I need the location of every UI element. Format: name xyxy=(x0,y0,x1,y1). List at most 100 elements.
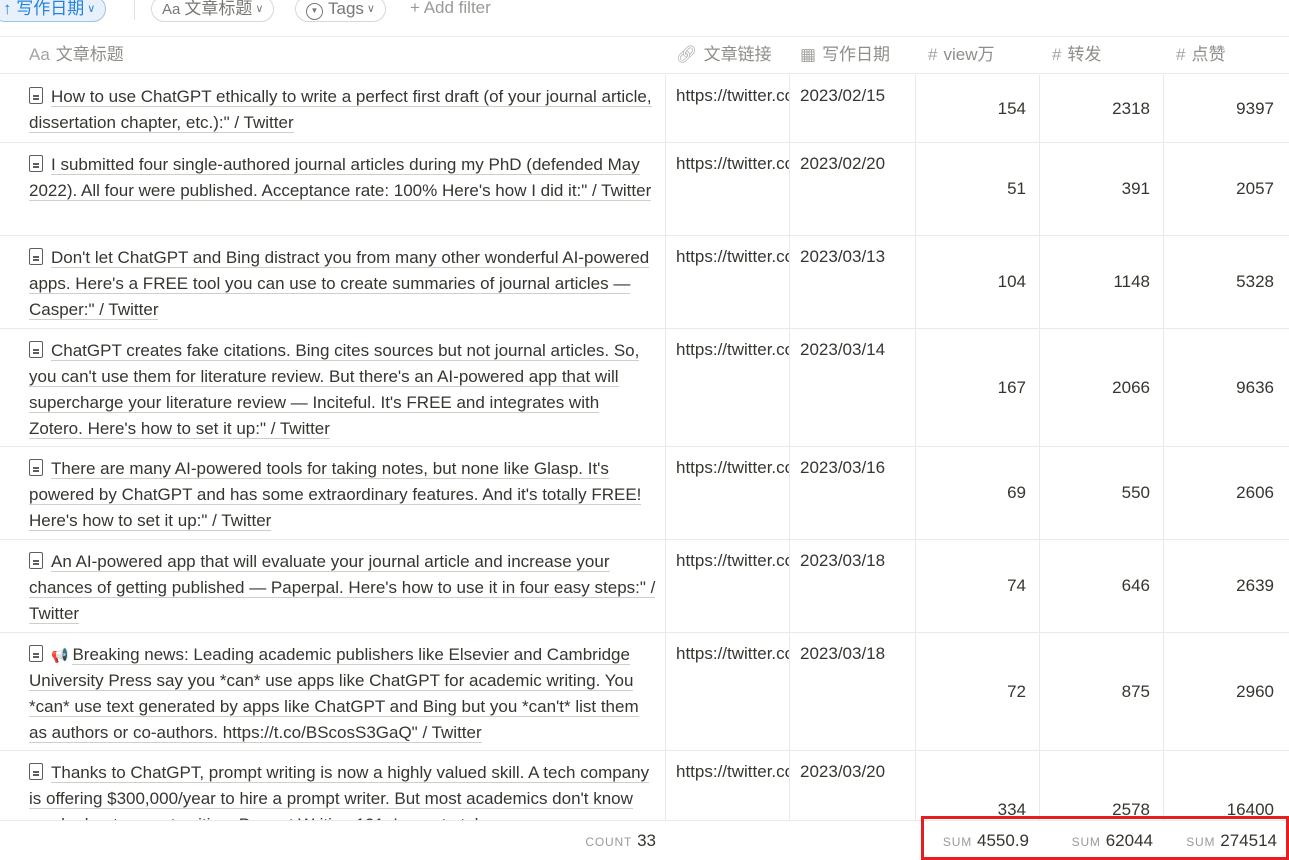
forwards-cell[interactable]: 2578 xyxy=(1039,751,1163,820)
chevron-down-icon: ∨ xyxy=(87,3,96,15)
link-cell[interactable]: https://twitter.com xyxy=(665,75,789,142)
title-cell[interactable]: I submitted four single-authored journal… xyxy=(0,143,665,235)
link-cell[interactable]: https://twitter.com xyxy=(665,540,789,632)
table-row[interactable]: How to use ChatGPT ethically to write a … xyxy=(0,75,1289,143)
title-cell[interactable]: There are many AI-powered tools for taki… xyxy=(0,447,665,539)
sum-label: SUM xyxy=(942,835,972,849)
link-cell[interactable]: https://twitter.com xyxy=(665,236,789,328)
article-title[interactable]: There are many AI-powered tools for taki… xyxy=(29,459,642,531)
article-link[interactable]: https://twitter.com xyxy=(676,456,789,480)
table-row[interactable]: Don't let ChatGPT and Bing distract you … xyxy=(0,236,1289,329)
sort-label: ↑ 写作日期 xyxy=(3,0,85,18)
likes-cell[interactable]: 9636 xyxy=(1163,329,1287,446)
likes-sum-calculation[interactable]: SUM 274514 xyxy=(1163,821,1277,860)
forwards-cell[interactable]: 1148 xyxy=(1039,236,1163,328)
table-row[interactable]: An AI-powered app that will evaluate you… xyxy=(0,540,1289,633)
likes-cell[interactable]: 9397 xyxy=(1163,75,1287,142)
article-date: 2023/03/16 xyxy=(800,458,886,477)
select-property-icon: ▼ xyxy=(306,3,323,20)
date-cell[interactable]: 2023/03/18 xyxy=(789,633,915,750)
article-link[interactable]: https://twitter.com xyxy=(676,245,789,269)
views-cell[interactable]: 72 xyxy=(915,633,1039,750)
page-icon xyxy=(29,763,43,780)
table-row[interactable]: Thanks to ChatGPT, prompt writing is now… xyxy=(0,751,1289,820)
date-cell[interactable]: 2023/02/15 xyxy=(789,75,915,142)
title-cell[interactable]: Thanks to ChatGPT, prompt writing is now… xyxy=(0,751,665,820)
views-cell[interactable]: 69 xyxy=(915,447,1039,539)
column-header-link[interactable]: 🔗︎ 文章链接 xyxy=(676,37,772,74)
link-cell[interactable]: https://twitter.com xyxy=(665,633,789,750)
date-cell[interactable]: 2023/02/20 xyxy=(789,143,915,235)
title-cell[interactable]: An AI-powered app that will evaluate you… xyxy=(0,540,665,632)
date-cell[interactable]: 2023/03/13 xyxy=(789,236,915,328)
article-title[interactable]: I submitted four single-authored journal… xyxy=(29,155,652,201)
column-header-views[interactable]: # view万 xyxy=(928,37,994,74)
article-title[interactable]: Breaking news: Leading academic publishe… xyxy=(29,645,639,743)
views-cell[interactable]: 51 xyxy=(915,143,1039,235)
link-cell[interactable]: https://twitter.com xyxy=(665,143,789,235)
filter-pill-title[interactable]: Aa 文章标题 ∨ xyxy=(151,0,275,22)
title-cell[interactable]: ChatGPT creates fake citations. Bing cit… xyxy=(0,329,665,446)
link-cell[interactable]: https://twitter.com xyxy=(665,447,789,539)
likes-cell[interactable]: 2606 xyxy=(1163,447,1287,539)
article-link[interactable]: https://twitter.com xyxy=(676,642,789,666)
column-header-likes[interactable]: # 点赞 xyxy=(1176,37,1225,74)
likes-sum-value: 274514 xyxy=(1220,831,1277,850)
views-cell[interactable]: 104 xyxy=(915,236,1039,328)
column-header-forwards[interactable]: # 转发 xyxy=(1052,37,1101,74)
title-cell[interactable]: How to use ChatGPT ethically to write a … xyxy=(0,75,665,142)
article-title[interactable]: An AI-powered app that will evaluate you… xyxy=(29,552,656,624)
article-link[interactable]: https://twitter.com xyxy=(676,84,789,108)
date-cell[interactable]: 2023/03/18 xyxy=(789,540,915,632)
date-cell[interactable]: 2023/03/16 xyxy=(789,447,915,539)
forwards-cell[interactable]: 2066 xyxy=(1039,329,1163,446)
table-row[interactable]: There are many AI-powered tools for taki… xyxy=(0,447,1289,540)
filter-title-label: 文章标题 xyxy=(184,0,253,18)
link-cell[interactable]: https://twitter.com xyxy=(665,329,789,446)
forwards-cell[interactable]: 646 xyxy=(1039,540,1163,632)
column-header-date[interactable]: ▦ 写作日期 xyxy=(800,37,890,74)
article-link[interactable]: https://twitter.com xyxy=(676,152,789,176)
forwards-sum-calculation[interactable]: SUM 62044 xyxy=(1039,821,1153,860)
views-cell[interactable]: 74 xyxy=(915,540,1039,632)
article-title[interactable]: Don't let ChatGPT and Bing distract you … xyxy=(29,248,650,320)
views-cell[interactable]: 167 xyxy=(915,329,1039,446)
article-date: 2023/02/15 xyxy=(800,86,886,105)
article-title[interactable]: Thanks to ChatGPT, prompt writing is now… xyxy=(29,763,650,820)
article-link[interactable]: https://twitter.com xyxy=(676,760,789,784)
sort-pill-date[interactable]: ↑ 写作日期 ∨ xyxy=(0,0,107,22)
text-property-icon: Aa xyxy=(29,45,50,64)
forwards-cell[interactable]: 875 xyxy=(1039,633,1163,750)
number-property-icon: # xyxy=(1176,45,1186,64)
views-cell[interactable]: 334 xyxy=(915,751,1039,820)
forwards-cell[interactable]: 2318 xyxy=(1039,75,1163,142)
views-sum-calculation[interactable]: SUM 4550.9 xyxy=(915,821,1029,860)
forwards-cell[interactable]: 391 xyxy=(1039,143,1163,235)
table-row[interactable]: I submitted four single-authored journal… xyxy=(0,143,1289,236)
column-header-title[interactable]: Aa 文章标题 xyxy=(29,37,124,74)
date-cell[interactable]: 2023/03/20 xyxy=(789,751,915,820)
filter-pill-tags[interactable]: ▼ Tags ∨ xyxy=(295,0,386,22)
views-cell[interactable]: 154 xyxy=(915,75,1039,142)
date-cell[interactable]: 2023/03/14 xyxy=(789,329,915,446)
sum-label: SUM xyxy=(1071,835,1101,849)
table-row[interactable]: ChatGPT creates fake citations. Bing cit… xyxy=(0,329,1289,447)
likes-cell[interactable]: 2639 xyxy=(1163,540,1287,632)
table-row[interactable]: 📢 Breaking news: Leading academic publish… xyxy=(0,633,1289,751)
article-link[interactable]: https://twitter.com xyxy=(676,338,789,362)
likes-cell[interactable]: 2057 xyxy=(1163,143,1287,235)
likes-cell[interactable]: 16400 xyxy=(1163,751,1287,820)
article-title[interactable]: How to use ChatGPT ethically to write a … xyxy=(29,87,652,133)
count-value: 33 xyxy=(637,831,656,850)
likes-cell[interactable]: 5328 xyxy=(1163,236,1287,328)
filter-bar: ↑ 写作日期 ∨ Aa 文章标题 ∨ ▼ Tags ∨ + Add filter xyxy=(0,0,1289,24)
count-calculation[interactable]: COUNT 33 xyxy=(560,821,656,860)
link-cell[interactable]: https://twitter.com xyxy=(665,751,789,820)
title-cell[interactable]: 📢 Breaking news: Leading academic publish… xyxy=(0,633,665,750)
article-title[interactable]: ChatGPT creates fake citations. Bing cit… xyxy=(29,341,640,439)
article-link[interactable]: https://twitter.com xyxy=(676,549,789,573)
title-cell[interactable]: Don't let ChatGPT and Bing distract you … xyxy=(0,236,665,328)
add-filter-button[interactable]: + Add filter xyxy=(410,0,491,18)
likes-cell[interactable]: 2960 xyxy=(1163,633,1287,750)
forwards-cell[interactable]: 550 xyxy=(1039,447,1163,539)
